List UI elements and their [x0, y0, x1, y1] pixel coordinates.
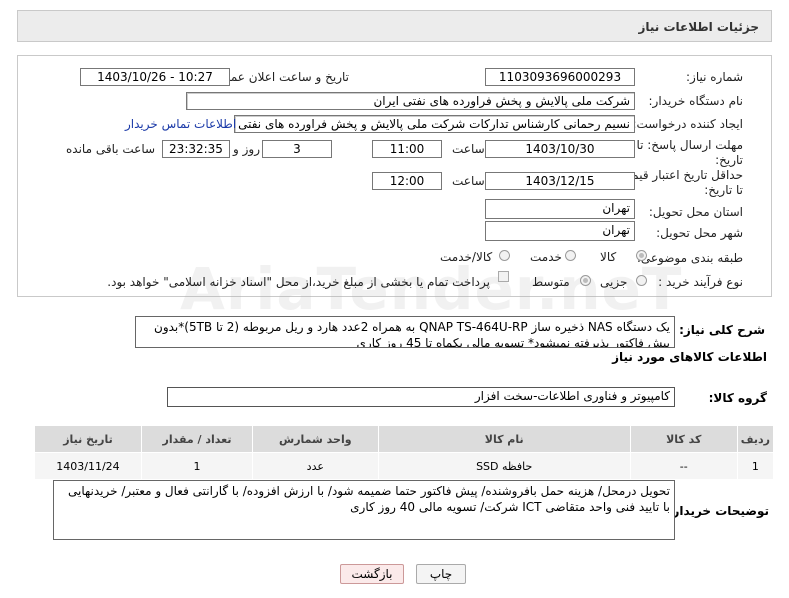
description-label: شرح کلی نیاز: [679, 323, 765, 337]
days-label: روز و [233, 142, 260, 156]
description-box: یک دستگاه NAS ذخیره ساز QNAP TS-464U-RP … [135, 316, 675, 348]
announce-field: 1403/10/26 - 10:27 [80, 68, 230, 86]
remaining-label: ساعت باقی مانده [66, 142, 156, 156]
need-number-field: 1103093696000293 [485, 68, 635, 86]
table-header-row: ردیف کد کالا نام کالا واحد شمارش تعداد /… [34, 425, 775, 453]
validity-time-label: ساعت [452, 174, 485, 188]
process-label: نوع فرآیند خرید : [658, 275, 743, 289]
deadline-label: مهلت ارسال پاسخ: تا تاریخ: [636, 138, 743, 167]
buyer-label: نام دستگاه خریدار: [648, 94, 744, 108]
back-button[interactable]: بازگشت [340, 564, 404, 584]
goods-group-label: گروه کالا: [708, 391, 767, 405]
header-quantity: تعداد / مقدار [140, 425, 254, 453]
city-label: شهر محل تحویل: [656, 226, 743, 240]
print-button[interactable]: چاپ [416, 564, 466, 584]
cell-unit: عدد [252, 452, 379, 480]
province-field: تهران [485, 199, 635, 219]
table-row: 1 -- حافظه SSD عدد 1 1403/11/24 [34, 452, 775, 480]
category-radio-service[interactable] [565, 250, 576, 261]
goods-section-title: اطلاعات کالاهای مورد نیاز [612, 350, 767, 364]
category-option-goods: کالا [600, 250, 617, 264]
cell-quantity: 1 [140, 452, 254, 480]
category-label: طبقه بندی موضوعی: [636, 251, 743, 265]
process-radio-medium[interactable] [580, 275, 591, 286]
province-label: استان محل تحویل: [648, 205, 743, 219]
cell-need-date: 1403/11/24 [34, 452, 142, 480]
category-option-service: خدمت [530, 250, 562, 264]
header-row-number: ردیف [736, 425, 775, 453]
days-field: 3 [262, 140, 332, 158]
process-option-minor: جزیی [600, 275, 628, 289]
buyer-notes-label: توضیحات خریدار: [667, 504, 769, 518]
creator-label: ایجاد کننده درخواست: [632, 117, 743, 131]
cell-item-code: -- [629, 452, 738, 480]
remaining-time-field: 23:32:35 [162, 140, 230, 158]
creator-field: نسیم رحمانی کارشناس تدارکات شرکت ملی پال… [234, 115, 635, 133]
header-item-code: کد کالا [629, 425, 738, 453]
process-radio-minor[interactable] [636, 275, 647, 286]
header-need-date: تاریخ نیاز [34, 425, 142, 453]
deadline-time-label: ساعت [452, 142, 485, 156]
buyer-contact-link[interactable]: اطلاعات تماس خریدار [125, 117, 236, 131]
header-item-name: نام کالا [377, 425, 631, 453]
deadline-time-field: 11:00 [372, 140, 442, 158]
treasury-payment-note: پرداخت تمام یا بخشی از مبلغ خرید،از محل … [107, 275, 490, 289]
validity-time-field: 12:00 [372, 172, 442, 190]
category-radio-both[interactable] [499, 250, 510, 261]
process-option-medium: متوسط [532, 275, 570, 289]
items-table: ردیف کد کالا نام کالا واحد شمارش تعداد /… [34, 425, 775, 480]
need-number-label: شماره نیاز: [686, 70, 743, 84]
category-option-both: کالا/خدمت [440, 250, 493, 264]
deadline-date-field: 1403/10/30 [485, 140, 635, 158]
page-header: جزئیات اطلاعات نیاز [17, 10, 772, 42]
header-unit: واحد شمارش [252, 425, 379, 453]
cell-row-number: 1 [736, 452, 775, 480]
buyer-field: شرکت ملی پالایش و پخش فراورده های نفتی ا… [186, 92, 635, 110]
cell-item-name: حافظه SSD [377, 452, 631, 480]
page-title: جزئیات اطلاعات نیاز [638, 20, 759, 34]
validity-date-field: 1403/12/15 [485, 172, 635, 190]
city-field: تهران [485, 221, 635, 241]
buyer-notes-box: تحویل درمحل/ هزینه حمل بافروشنده/ پیش فا… [53, 480, 675, 540]
goods-group-field: کامپیوتر و فناوری اطلاعات-سخت افزار [167, 387, 675, 407]
treasury-payment-checkbox[interactable] [498, 271, 509, 282]
category-radio-goods[interactable] [636, 250, 647, 261]
